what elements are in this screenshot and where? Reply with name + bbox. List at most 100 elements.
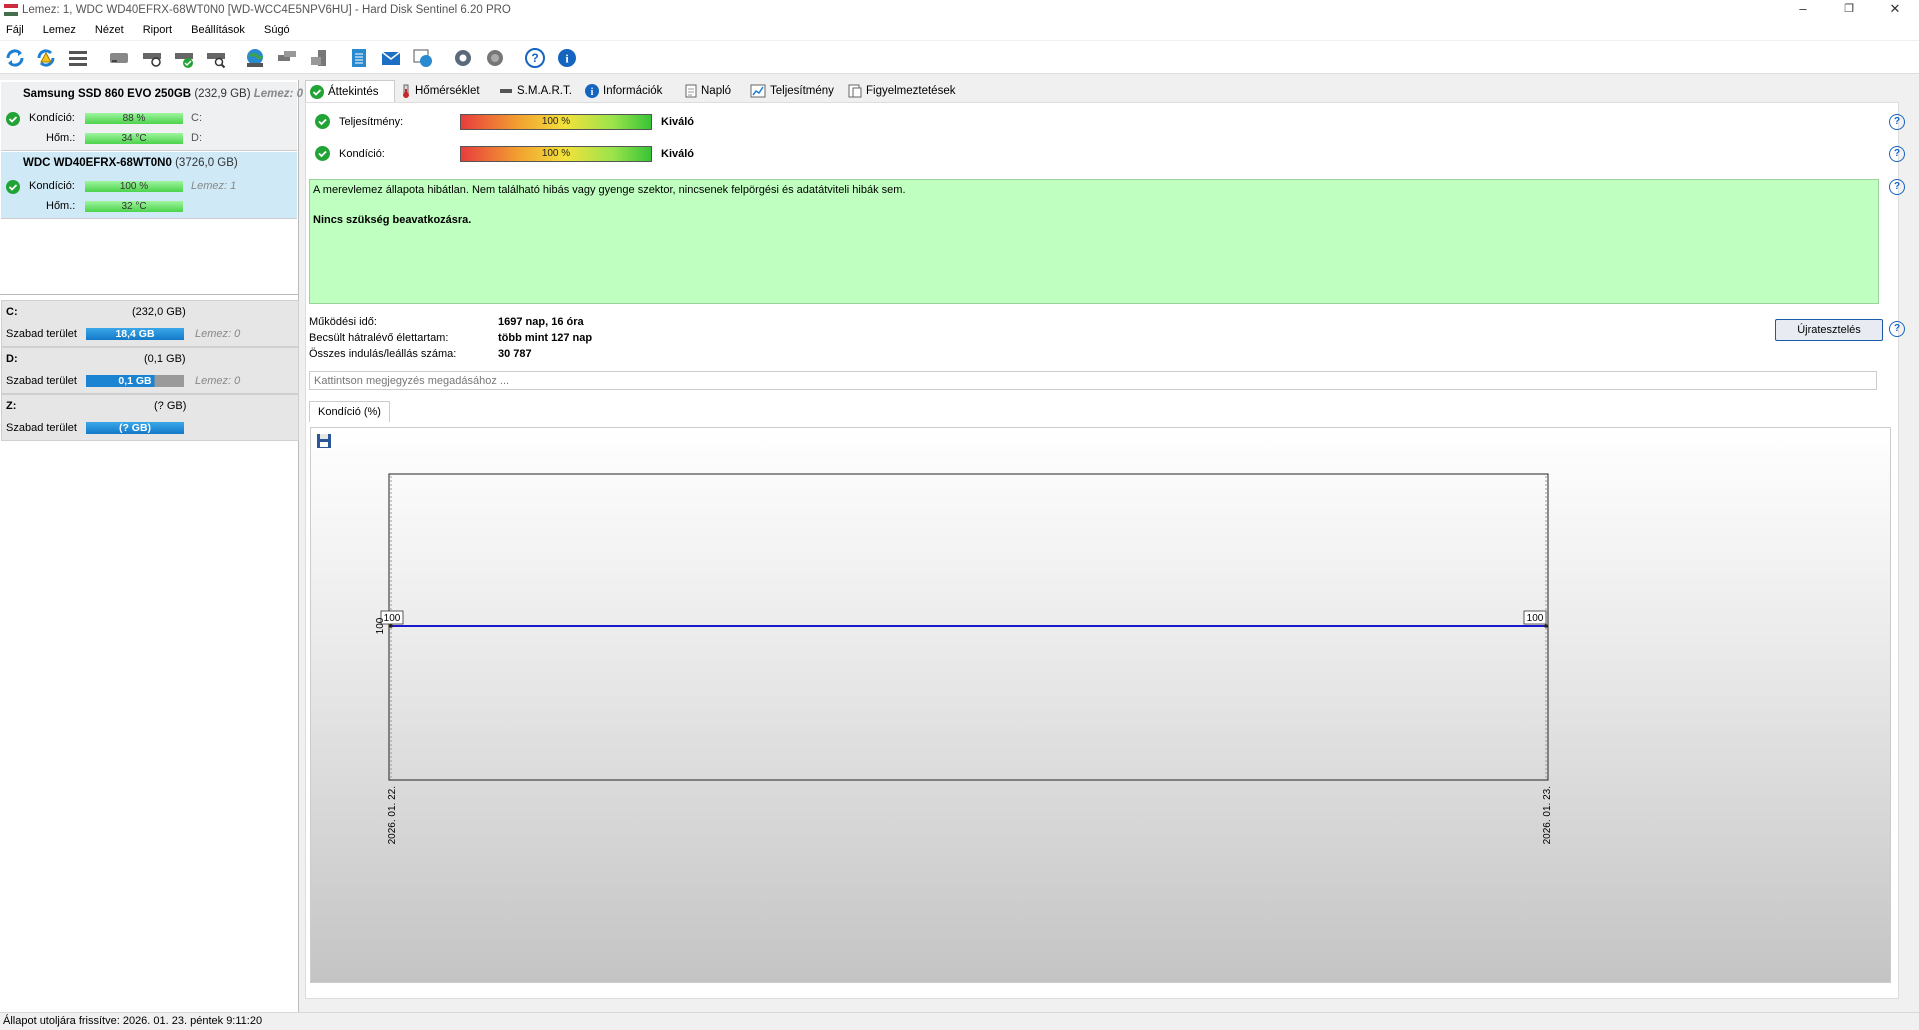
disk-card-wdc[interactable]: WDC WD40EFRX-68WT0N0 (3726,0 GB) Kondíci… (1, 152, 297, 219)
globe-icon[interactable] (243, 47, 267, 69)
free-space-label: Szabad terület (6, 375, 77, 387)
disk-search-icon[interactable] (204, 47, 228, 69)
chart-tab[interactable]: Kondíció (%) (309, 401, 390, 422)
disk-card-samsung[interactable]: Samsung SSD 860 EVO 250GB (232,9 GB) Lem… (1, 82, 303, 151)
email-icon[interactable] (379, 47, 403, 69)
settings-icon[interactable] (451, 47, 475, 69)
status-description-box: A merevlemez állapota hibátlan. Nem talá… (309, 179, 1879, 304)
free-space-bar: 0,1 GB (86, 375, 184, 387)
status-text: Állapot utoljára frissítve: 2026. 01. 23… (3, 1015, 263, 1027)
disk-number: Lemez: 1 (191, 180, 237, 192)
free-space-label: Szabad terület (6, 328, 77, 340)
status-text: A merevlemez állapota hibátlan. Nem talá… (313, 184, 906, 196)
menu-report[interactable]: Riport (143, 24, 172, 36)
disk-title: Samsung SSD 860 EVO 250GB (232,9 GB) Lem… (23, 88, 303, 100)
left-panel: Samsung SSD 860 EVO 250GB (232,9 GB) Lem… (0, 80, 303, 1012)
health-label: Kondíció: (339, 148, 385, 160)
volume-letter: D: (6, 353, 18, 365)
health-ok-icon (315, 146, 330, 161)
volume-size: (? GB) (154, 400, 187, 412)
minimize-button[interactable]: – (1780, 0, 1826, 20)
disk-name: Samsung SSD 860 EVO 250GB (23, 88, 192, 100)
performance-ok-icon (315, 114, 330, 129)
disk-size: (232,9 GB) (194, 88, 251, 100)
disk-ok-icon[interactable] (172, 47, 196, 69)
volume-size: (0,1 GB) (144, 353, 186, 365)
help-icon[interactable]: ? (1889, 114, 1905, 130)
disk-title: WDC WD40EFRX-68WT0N0 (3726,0 GB) (23, 157, 238, 169)
tab-label: S.M.A.R.T. (517, 85, 572, 97)
performance-rating: Kiváló (661, 116, 695, 128)
help-icon[interactable]: ? (1889, 179, 1905, 195)
maximize-button[interactable]: ❐ (1826, 0, 1872, 20)
tab-overview[interactable]: Áttekintés (305, 80, 395, 103)
health-label: Kondíció: (29, 180, 75, 192)
note-input[interactable]: Kattintson megjegyzés megadásához ... (309, 371, 1877, 390)
tab-info[interactable]: i Információk (585, 80, 662, 102)
disk-icon[interactable] (107, 47, 131, 69)
disk-number: Lemez: 0 (253, 88, 303, 100)
disk-list-icon[interactable] (66, 47, 90, 69)
health-label: Kondíció: (29, 112, 75, 124)
free-space-bar: (? GB) (86, 422, 184, 434)
chart-area: 100 100 100 2026. 01. 22. 2026. 01. 23. (310, 427, 1891, 983)
volume-card-d[interactable]: D: (0,1 GB) Szabad terület 0,1 GB Lemez:… (1, 347, 299, 394)
menu-view[interactable]: Nézet (95, 24, 124, 36)
tab-log[interactable]: Napló (685, 80, 731, 102)
tab-label: Napló (701, 85, 732, 97)
performance-icon (750, 84, 766, 98)
health-bar: 100 % (460, 146, 652, 162)
log-icon (685, 84, 697, 98)
retest-button[interactable]: Újratesztelés (1775, 319, 1883, 341)
health-bar: 100 % (85, 181, 183, 192)
refresh-icon[interactable] (3, 47, 27, 69)
tab-alerts[interactable]: Figyelmeztetések (848, 80, 955, 102)
refresh-warning-icon[interactable] (34, 47, 58, 69)
tab-smart[interactable]: S.M.A.R.T. (499, 80, 572, 102)
volume-card-z[interactable]: Z: (? GB) Szabad terület (? GB) (1, 394, 299, 441)
menu-settings[interactable]: Beállítások (191, 24, 245, 36)
disk-name: WDC WD40EFRX-68WT0N0 (23, 157, 172, 169)
sound-icon[interactable] (483, 47, 507, 69)
uptime-value: 1697 nap, 16 óra (498, 316, 584, 328)
close-button[interactable]: ✕ (1872, 0, 1918, 20)
tab-temperature[interactable]: Hőmérséklet (401, 80, 480, 102)
network-icon[interactable] (275, 47, 299, 69)
tab-label: Hőmérséklet (415, 85, 480, 97)
server-icon[interactable] (307, 47, 331, 69)
data-label: 100 (1527, 613, 1544, 624)
menu-file[interactable]: Fájl (6, 24, 24, 36)
menu-help[interactable]: Súgó (264, 24, 290, 36)
info-icon[interactable]: i (555, 47, 579, 69)
uptime-label: Működési idő: (309, 316, 377, 328)
svg-text:i: i (591, 87, 594, 98)
disk-test-icon[interactable] (140, 47, 164, 69)
report-icon[interactable] (347, 47, 371, 69)
temp-bar: 34 °C (85, 133, 183, 144)
health-ok-icon (6, 112, 20, 126)
temp-label: Hőm.: (46, 132, 76, 144)
tab-label: Információk (603, 85, 663, 97)
title-bar: Lemez: 1, WDC WD40EFRX-68WT0N0 [WD-WCC4E… (0, 0, 1919, 20)
status-bar: Állapot utoljára frissítve: 2026. 01. 23… (0, 1012, 1919, 1030)
alerts-icon (848, 84, 862, 98)
volume-disk: Lemez: 0 (195, 375, 241, 387)
x-tick-label: 2026. 01. 22. (387, 786, 398, 844)
help-icon[interactable]: ? (1889, 321, 1905, 337)
x-tick-label: 2026. 01. 23. (1542, 786, 1553, 844)
help-icon[interactable]: ? (1889, 146, 1905, 162)
tab-performance[interactable]: Teljesítmény (750, 80, 834, 102)
startstop-label: Összes indulás/leállás száma: (309, 348, 457, 360)
volume-card-c[interactable]: C: (232,0 GB) Szabad terület 18,4 GB Lem… (1, 300, 299, 347)
help-icon[interactable]: ? (523, 47, 547, 69)
divider (0, 294, 298, 295)
health-chart: 100 1001002026. 01. 22. 2026. 01. 23. (375, 473, 1553, 844)
info-icon: i (585, 84, 599, 98)
menu-disk[interactable]: Lemez (43, 24, 76, 36)
startstop-value: 30 787 (498, 348, 532, 360)
volume-letter: Z: (6, 400, 17, 412)
data-point (389, 624, 393, 628)
thermometer-icon (403, 84, 409, 98)
web-report-icon[interactable] (411, 47, 435, 69)
drive-letter: C: (191, 112, 202, 124)
